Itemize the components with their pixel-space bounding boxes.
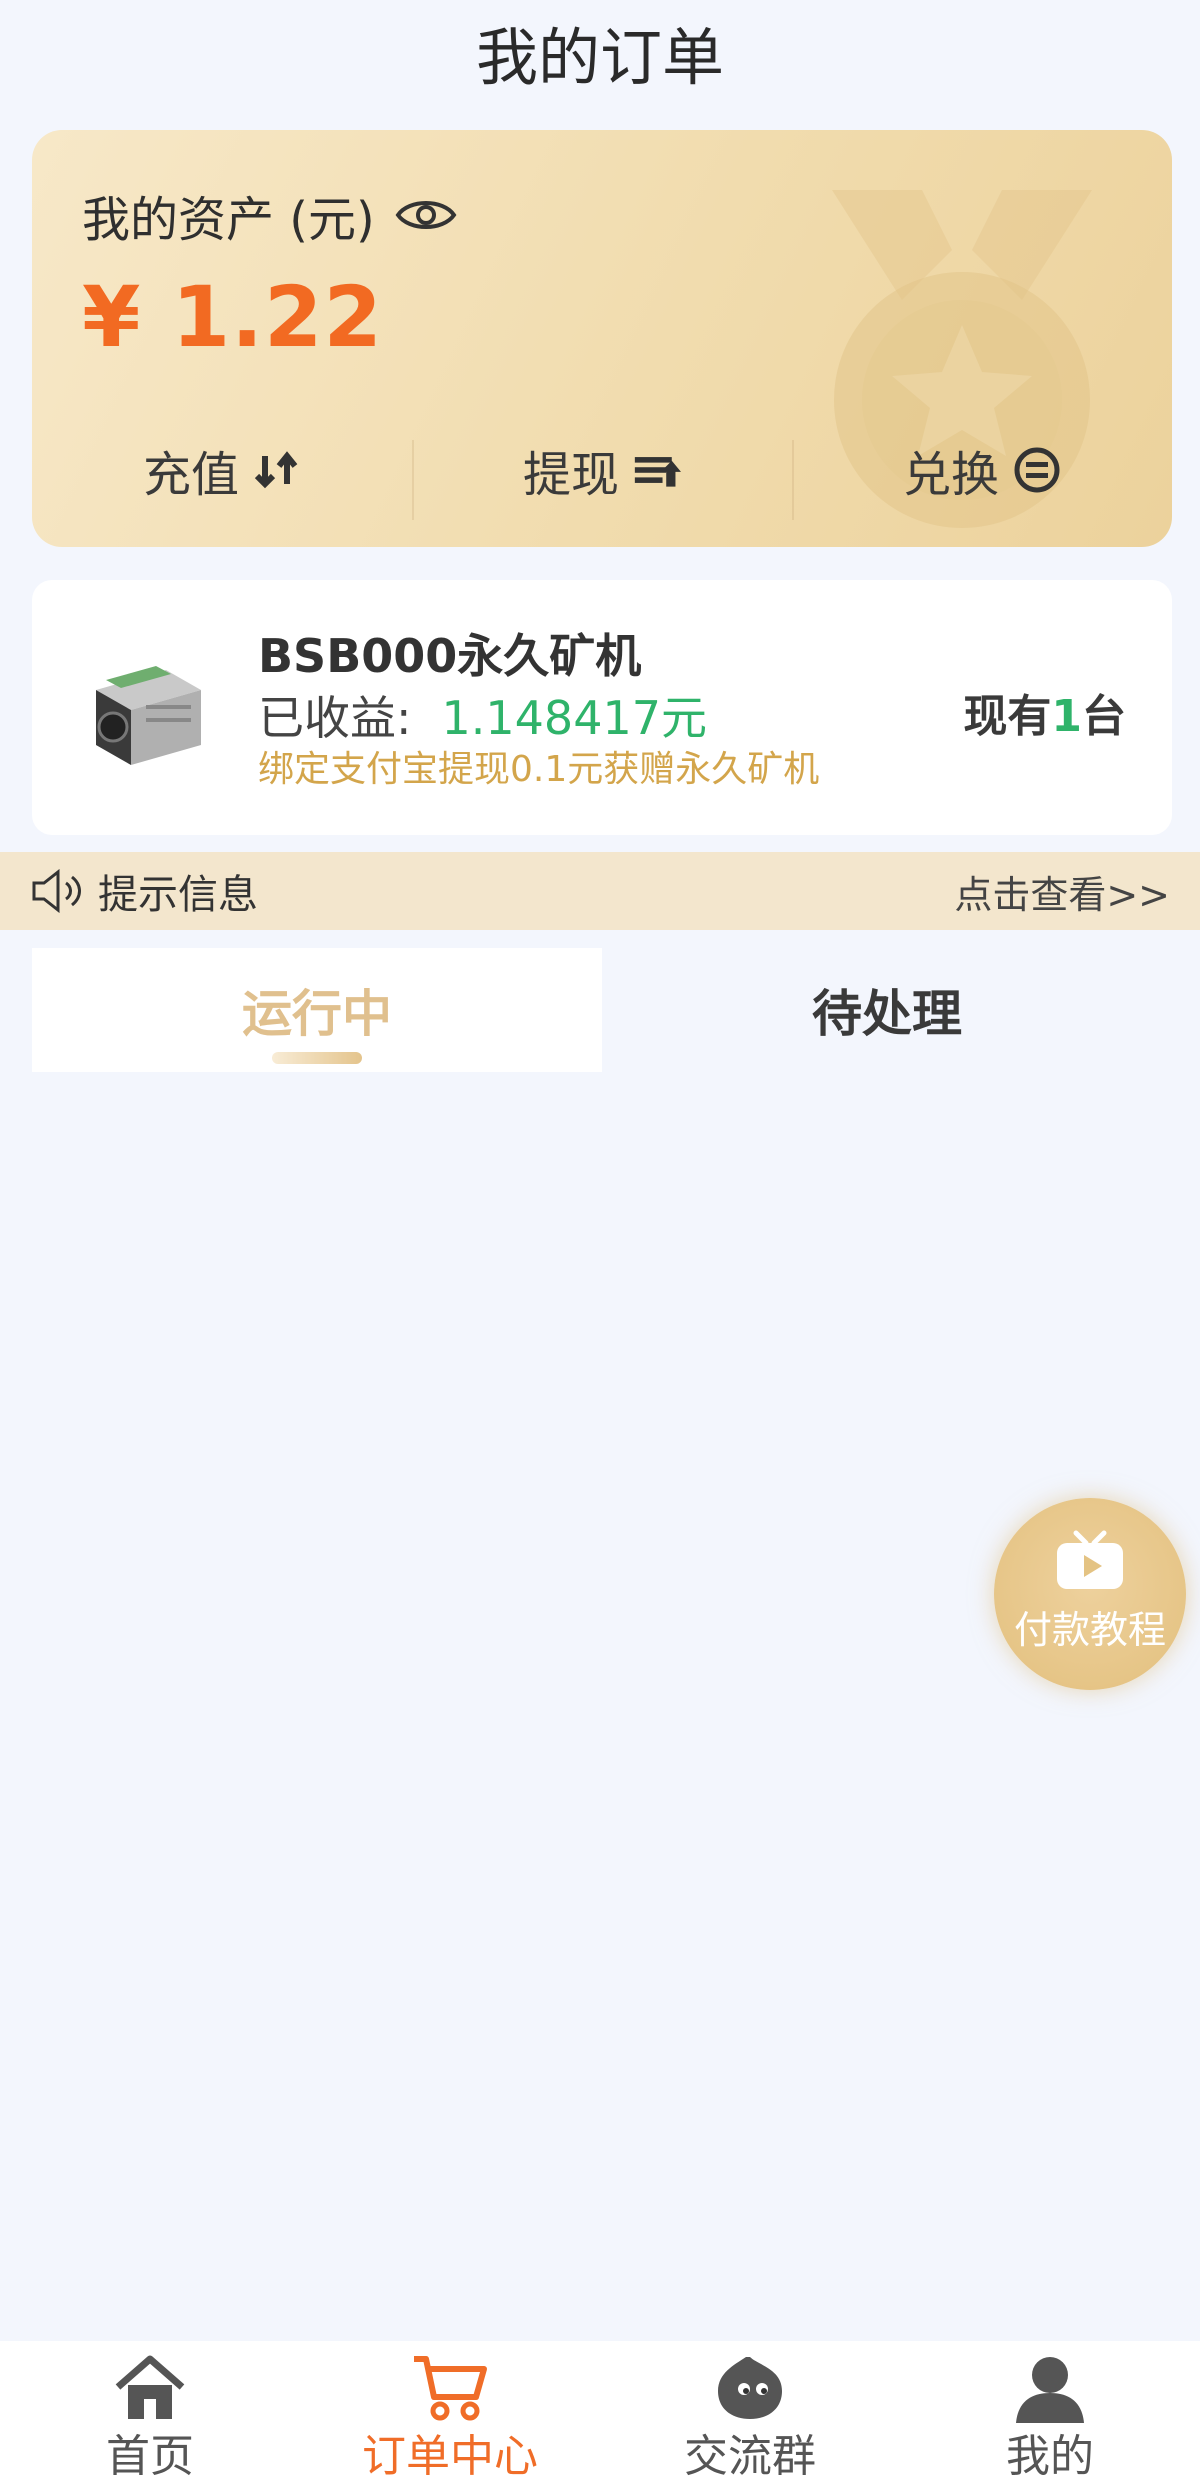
recharge-arrows-icon: [254, 451, 298, 489]
nav-mine[interactable]: 我的: [900, 2341, 1200, 2489]
tab-running[interactable]: 运行中: [32, 948, 602, 1072]
miner-earnings-row: 已收益: 1.148417元: [258, 682, 707, 748]
miner-count: 现有1台: [963, 680, 1126, 744]
tv-play-icon: [1057, 1530, 1123, 1589]
home-icon: [115, 2355, 185, 2419]
nav-mine-label: 我的: [1006, 2431, 1094, 2482]
bottom-nav: 首页 订单中心 交流群 我的: [0, 2341, 1200, 2489]
exchange-label: 兑换: [902, 447, 999, 503]
earnings-value: 1.148417元: [441, 691, 708, 745]
eye-icon[interactable]: [395, 195, 457, 235]
asset-label: 我的资产 (元): [82, 192, 375, 248]
user-icon: [1016, 2357, 1084, 2423]
earnings-label: 已收益:: [258, 691, 412, 745]
order-tabs: 运行中 待处理: [32, 948, 1172, 1072]
asset-label-row: 我的资产 (元): [82, 180, 457, 250]
withdraw-button[interactable]: 提现: [412, 420, 792, 520]
nav-home[interactable]: 首页: [0, 2341, 300, 2489]
notice-view-link[interactable]: 点击查看>>: [954, 864, 1170, 919]
recharge-button[interactable]: 充值: [32, 420, 412, 520]
notice-bar[interactable]: 提示信息 点击查看>>: [0, 852, 1200, 930]
miner-name: BSB000永久矿机: [258, 629, 642, 683]
exchange-icon: [1014, 447, 1060, 493]
page-title: 我的订单: [475, 21, 724, 94]
nav-order-center-label: 订单中心: [362, 2431, 538, 2482]
nav-chat-group[interactable]: 交流群: [600, 2341, 900, 2489]
notice-label: 提示信息: [98, 872, 258, 918]
withdraw-icon: [634, 457, 681, 487]
cart-icon: [414, 2356, 487, 2421]
payment-tutorial-button[interactable]: 付款教程: [994, 1498, 1186, 1690]
miner-count-suffix: 台: [1082, 691, 1126, 742]
tab-running-label: 运行中: [242, 985, 392, 1043]
recharge-label: 充值: [142, 447, 239, 503]
miner-card[interactable]: BSB000永久矿机 已收益: 1.148417元 绑定支付宝提现0.1元获赠永久…: [32, 580, 1172, 835]
asset-actions: 充值 提现 兑换: [32, 420, 1172, 520]
withdraw-label: 提现: [522, 447, 619, 503]
miner-count-prefix: 现有: [963, 691, 1052, 742]
tab-pending-label: 待处理: [812, 985, 962, 1043]
chat-bubble-icon: [718, 2357, 782, 2419]
nav-chat-group-label: 交流群: [684, 2431, 816, 2482]
notice-left: 提示信息: [30, 862, 258, 920]
miner-promo-text: 绑定支付宝提现0.1元获赠永久矿机: [258, 749, 820, 790]
payment-tutorial-label: 付款教程: [1013, 1607, 1166, 1652]
nav-order-center[interactable]: 订单中心: [300, 2341, 600, 2489]
asset-amount: ¥ 1.22: [82, 268, 383, 366]
miner-count-value: 1: [1051, 691, 1082, 742]
tab-active-indicator: [272, 1052, 362, 1064]
tab-pending[interactable]: 待处理: [602, 948, 1172, 1072]
asset-card: 我的资产 (元) ¥ 1.22 充值 提现 兑换: [32, 130, 1172, 547]
miner-device-image: [96, 666, 201, 765]
nav-home-label: 首页: [106, 2431, 194, 2482]
exchange-button[interactable]: 兑换: [792, 420, 1172, 520]
speaker-icon: [32, 869, 81, 913]
